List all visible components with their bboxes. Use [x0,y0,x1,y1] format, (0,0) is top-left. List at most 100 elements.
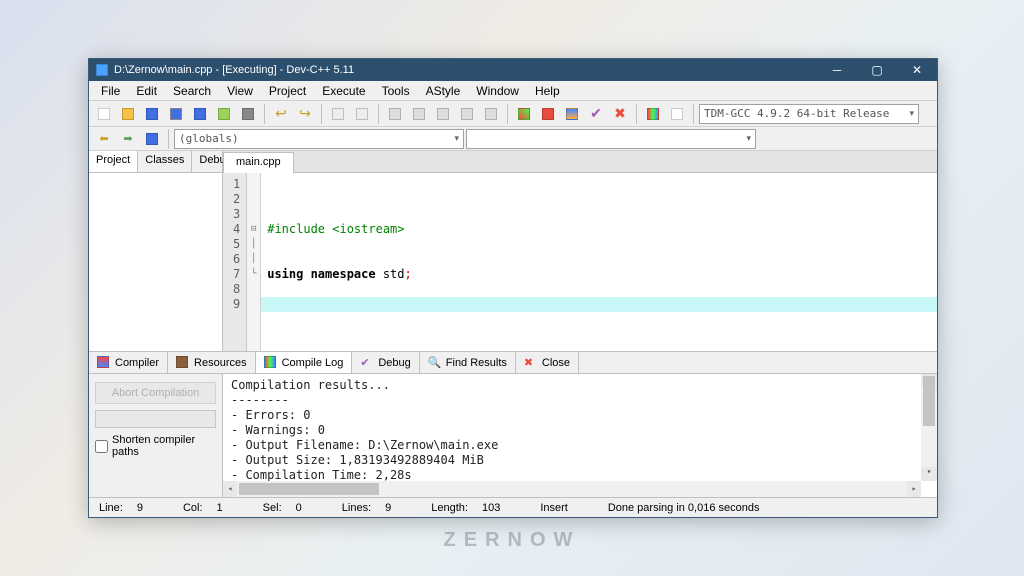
output-tabs: Compiler Resources Compile Log ✔Debug 🔍F… [89,352,937,374]
separator-icon [693,104,694,124]
scrollbar-thumb[interactable] [239,483,379,495]
output-body: Abort Compilation Shorten compiler paths… [89,374,937,497]
globals-select[interactable]: (globals) ▾ [174,129,464,149]
separator-icon [321,104,322,124]
file-tabs: main.cpp [223,151,937,173]
back-icon[interactable]: ⬅ [93,128,115,150]
open-file-icon[interactable] [117,103,139,125]
save-as-icon[interactable] [189,103,211,125]
btab-compiler[interactable]: Compiler [89,352,168,373]
window-title: D:\Zernow\main.cpp - [Executing] - Dev-C… [114,64,817,76]
globals-select-value: (globals) [179,132,239,145]
tab-project[interactable]: Project [89,151,138,172]
status-col-value: 1 [213,502,227,514]
shorten-paths-input[interactable] [95,440,108,453]
fold-column[interactable]: ⊟││└ [247,173,261,351]
menu-search[interactable]: Search [165,82,219,100]
compiler-select[interactable]: TDM-GCC 4.9.2 64-bit Release ▾ [699,104,919,124]
menu-view[interactable]: View [219,82,261,100]
app-icon [95,63,109,77]
close-button[interactable]: ✕ [897,59,937,81]
code-editor[interactable]: 123456789 ⊟││└ #include <iostream> using… [223,173,937,351]
btab-close[interactable]: ✖Close [516,352,579,373]
scrollbar-thumb[interactable] [923,376,935,426]
cancel-icon[interactable]: ✖ [609,103,631,125]
run-icon[interactable] [408,103,430,125]
status-lines-label: Lines: [338,502,375,514]
compile-log[interactable]: Compilation results... -------- - Errors… [223,374,937,497]
code-body[interactable]: #include <iostream> using namespace std;… [261,173,937,351]
separator-icon [168,129,169,149]
minimize-button[interactable]: ─ [817,59,857,81]
palette-icon[interactable] [666,103,688,125]
forward-icon[interactable]: ➡ [117,128,139,150]
vertical-scrollbar[interactable]: ▴ ▾ [921,374,937,481]
chevron-down-icon: ▾ [454,133,459,144]
undo-icon[interactable]: ↩ [270,103,292,125]
debug-icon[interactable] [480,103,502,125]
horizontal-scrollbar[interactable]: ◂ ▸ [223,481,921,497]
side-tabs: Project Classes Debug [89,151,222,173]
grid-icon [97,356,111,370]
compiler-select-value: TDM-GCC 4.9.2 64-bit Release [704,107,889,120]
menu-file[interactable]: File [93,82,128,100]
separator-icon [378,104,379,124]
grid-icon[interactable] [513,103,535,125]
shorten-paths-checkbox[interactable]: Shorten compiler paths [95,434,216,458]
file-tab-main[interactable]: main.cpp [223,152,294,173]
scroll-left-icon[interactable]: ◂ [223,481,237,497]
chart-icon[interactable] [642,103,664,125]
menu-tools[interactable]: Tools [374,82,418,100]
check-icon[interactable]: ✔ [585,103,607,125]
stop-icon[interactable] [537,103,559,125]
compile-run-icon[interactable] [432,103,454,125]
chevron-down-icon: ▾ [909,108,914,119]
abort-compile-button[interactable]: Abort Compilation [95,382,216,404]
app-window: D:\Zernow\main.cpp - [Executing] - Dev-C… [88,58,938,518]
menubar: File Edit Search View Project Execute To… [89,81,937,101]
btab-find-results[interactable]: 🔍Find Results [420,352,516,373]
search-icon[interactable] [327,103,349,125]
print-icon[interactable] [237,103,259,125]
btab-resources[interactable]: Resources [168,352,256,373]
redo-icon[interactable]: ↪ [294,103,316,125]
close-file-icon[interactable] [213,103,235,125]
functions-select[interactable]: ▾ [466,129,756,149]
window-controls: ─ ▢ ✕ [817,59,937,81]
status-sel-value: 0 [292,502,306,514]
btab-debug[interactable]: ✔Debug [352,352,419,373]
maximize-button[interactable]: ▢ [857,59,897,81]
status-line-value: 9 [133,502,147,514]
new-file-icon[interactable] [93,103,115,125]
btab-compile-log[interactable]: Compile Log [256,352,353,373]
menu-astyle[interactable]: AStyle [418,82,469,100]
status-sel-label: Sel: [259,502,286,514]
status-col-label: Col: [179,502,207,514]
save-all-icon[interactable] [165,103,187,125]
menu-execute[interactable]: Execute [314,82,373,100]
menu-help[interactable]: Help [527,82,568,100]
workspace: Project Classes Debug main.cpp 123456789… [89,151,937,351]
rebuild-icon[interactable] [456,103,478,125]
save-icon[interactable] [141,103,163,125]
scroll-down-icon[interactable]: ▾ [921,467,937,481]
scroll-right-icon[interactable]: ▸ [907,481,921,497]
current-line-highlight [261,297,937,312]
menu-window[interactable]: Window [468,82,527,100]
status-length-label: Length: [427,502,472,514]
titlebar[interactable]: D:\Zernow\main.cpp - [Executing] - Dev-C… [89,59,937,81]
secondary-toolbar: ⬅ ➡ (globals) ▾ ▾ [89,127,937,151]
chevron-down-icon: ▾ [746,133,751,144]
compile-icon[interactable] [384,103,406,125]
project-tree[interactable] [89,173,222,351]
bookmark-icon[interactable] [141,128,163,150]
replace-icon[interactable] [351,103,373,125]
menu-edit[interactable]: Edit [128,82,165,100]
grid2-icon[interactable] [561,103,583,125]
tab-classes[interactable]: Classes [138,151,192,172]
watermark: ZERNOW [0,529,1024,552]
fold-toggle-icon[interactable]: ⊟ [247,222,260,237]
resources-icon [176,356,190,370]
chart-icon [264,356,278,370]
menu-project[interactable]: Project [261,82,314,100]
